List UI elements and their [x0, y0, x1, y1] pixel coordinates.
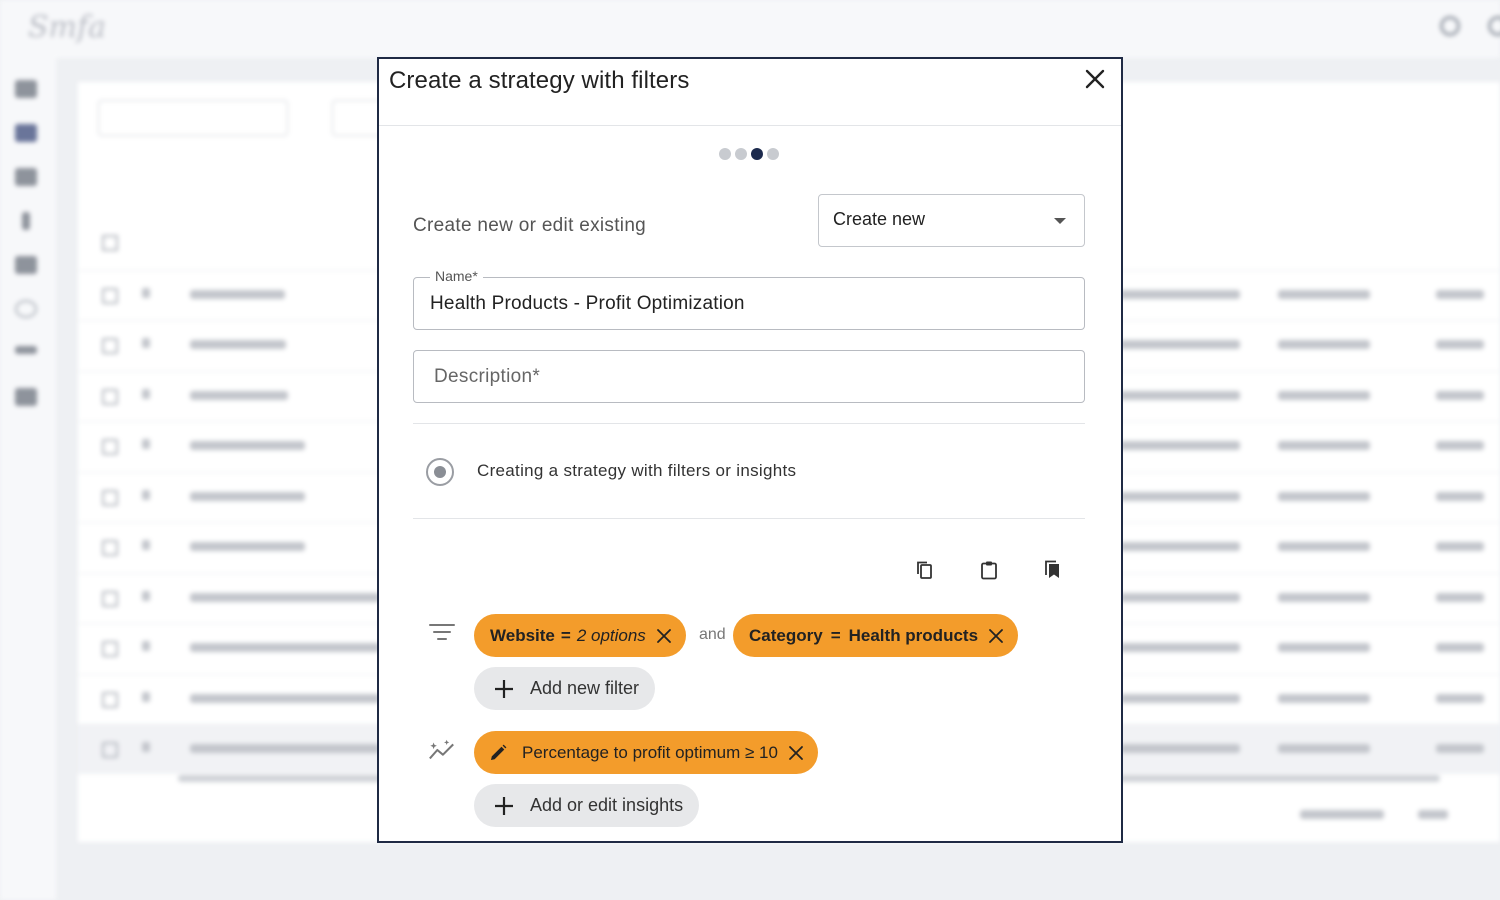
filter-operator: = — [560, 625, 571, 645]
filter-joiner: and — [699, 626, 726, 643]
header-checkbox — [102, 235, 118, 251]
background-select — [98, 100, 288, 136]
remove-insight-icon[interactable] — [788, 745, 804, 761]
step-dot — [767, 148, 779, 160]
create-strategy-dialog: Create a strategy with filters Create ne… — [377, 57, 1123, 843]
clipboard-icon — [981, 561, 997, 580]
filter-chip-website[interactable]: Website = 2 options — [474, 614, 686, 657]
step-dot — [735, 148, 747, 160]
description-field[interactable]: Description* — [413, 350, 1085, 403]
filter-operator: = — [830, 625, 841, 645]
plus-icon — [494, 796, 514, 816]
filter-field: Website — [490, 625, 555, 645]
dialog-title: Create a strategy with filters — [389, 67, 690, 94]
create-or-edit-select[interactable]: Create new — [818, 194, 1085, 247]
strategy-type-radio[interactable] — [426, 458, 454, 486]
sidebar-icon — [15, 346, 37, 354]
add-filter-label: Add new filter — [530, 678, 640, 698]
step-dot-active — [751, 148, 763, 160]
sidebar-icon — [15, 256, 37, 274]
step-indicator — [719, 148, 779, 160]
filter-chip-category[interactable]: Category = Health products — [733, 614, 1019, 657]
search-icon — [1440, 16, 1460, 36]
app-sidebar — [0, 58, 56, 900]
create-or-edit-label: Create new or edit existing — [413, 215, 647, 236]
close-icon — [1085, 69, 1105, 89]
bookmarks-icon — [1045, 560, 1059, 578]
copy-button[interactable] — [913, 558, 937, 582]
copy-icon — [917, 561, 932, 579]
sidebar-icon — [15, 80, 37, 98]
add-insight-label: Add or edit insights — [530, 795, 684, 815]
insight-chip[interactable]: Percentage to profit optimum ≥ 10 — [474, 731, 818, 774]
sidebar-icon — [15, 124, 37, 142]
description-placeholder: Description* — [434, 366, 541, 387]
insight-text: Percentage to profit optimum ≥ 10 — [522, 742, 778, 762]
section-divider — [413, 518, 1085, 519]
add-insight-button[interactable]: Add or edit insights — [474, 784, 700, 827]
header-divider — [379, 125, 1121, 126]
sidebar-icon — [15, 388, 37, 406]
sidebar-icon — [22, 212, 30, 230]
sidebar-icon — [15, 168, 37, 186]
filter-field: Category — [749, 625, 823, 645]
app-topbar: Smfa — [0, 0, 1500, 58]
remove-filter-icon[interactable] — [656, 628, 672, 644]
dropdown-caret-icon — [1054, 218, 1066, 224]
step-dot — [719, 148, 731, 160]
paste-button[interactable] — [977, 558, 1001, 582]
remove-filter-icon[interactable] — [988, 628, 1004, 644]
rows-per-page-label — [1300, 810, 1384, 819]
select-value: Create new — [833, 209, 926, 229]
app-logo: Smfa — [28, 10, 106, 45]
name-field-value: Health Products - Profit Optimization — [430, 293, 745, 314]
account-icon — [1488, 16, 1500, 36]
plus-icon — [494, 679, 514, 699]
filter-icon — [428, 618, 456, 646]
edit-icon[interactable] — [488, 743, 508, 763]
name-field[interactable]: Name* Health Products - Profit Optimizat… — [413, 268, 1085, 330]
close-button[interactable] — [1081, 65, 1109, 93]
add-filter-button[interactable]: Add new filter — [474, 667, 656, 710]
name-field-label: Name* — [430, 268, 483, 284]
section-divider — [413, 423, 1085, 424]
filter-value: 2 options — [576, 625, 646, 645]
filter-value: Health products — [848, 625, 979, 645]
saved-filters-button[interactable] — [1041, 558, 1065, 582]
rows-per-page-select — [1418, 810, 1448, 819]
insights-icon — [428, 736, 456, 764]
sidebar-icon — [15, 300, 37, 318]
strategy-type-radio-label: Creating a strategy with filters or insi… — [477, 461, 797, 480]
